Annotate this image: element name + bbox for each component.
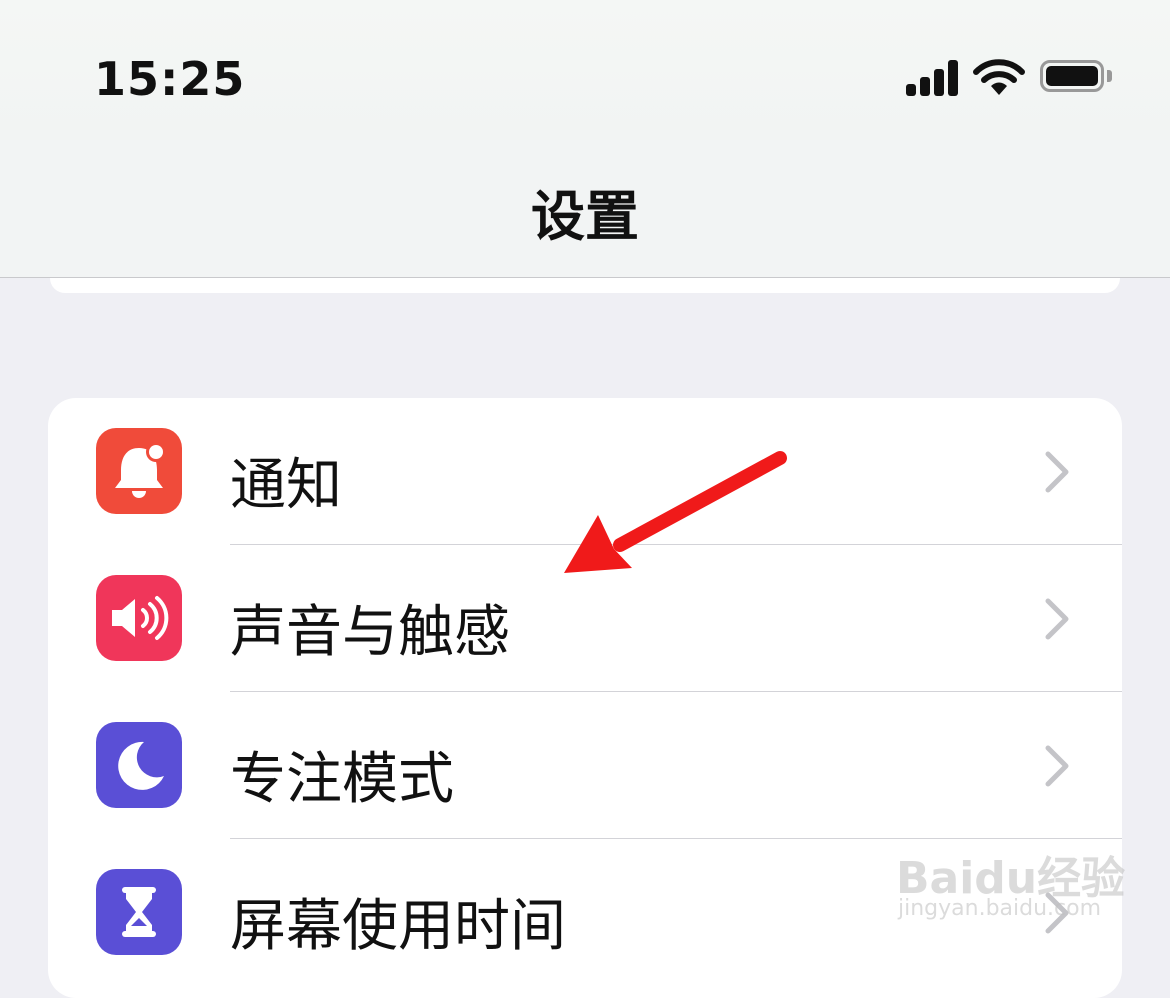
speaker-icon xyxy=(96,575,182,661)
red-arrow-annotation xyxy=(564,451,787,573)
status-bar: 15:25 xyxy=(0,0,1170,140)
battery-icon xyxy=(1040,60,1116,96)
cellular-signal-icon xyxy=(906,60,960,96)
settings-row-label: 专注模式 xyxy=(230,747,454,812)
chevron-right-icon xyxy=(1045,598,1069,640)
status-time: 15:25 xyxy=(94,52,246,106)
page-title: 设置 xyxy=(531,185,639,248)
wifi-icon xyxy=(973,59,1025,95)
moon-icon xyxy=(96,722,182,808)
notification-bell-icon xyxy=(96,428,182,514)
baidu-watermark: Baidu经验 jingyan.baidu.com xyxy=(896,822,1125,932)
chevron-right-icon xyxy=(1045,745,1069,787)
chevron-right-icon xyxy=(1045,451,1069,493)
settings-row-focus[interactable]: 专注模式 xyxy=(48,692,1122,839)
watermark-url: jingyan.baidu.com xyxy=(898,896,1102,921)
hourglass-icon xyxy=(96,869,182,955)
previous-settings-group xyxy=(50,278,1120,293)
settings-row-label: 通知 xyxy=(230,453,342,518)
settings-row-label: 屏幕使用时间 xyxy=(230,894,566,959)
settings-row-label: 声音与触感 xyxy=(230,600,510,665)
